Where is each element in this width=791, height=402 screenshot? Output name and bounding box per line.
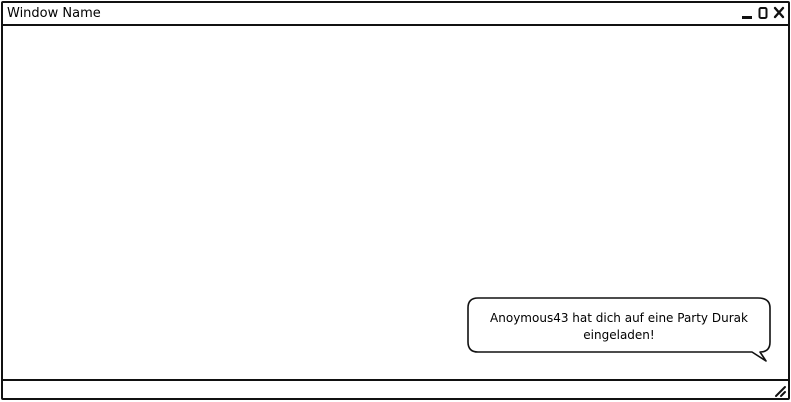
resize-grip[interactable] [773,383,787,397]
notification-message: Anoymous43 hat dich auf eine Party Durak… [490,311,748,342]
close-button[interactable] [772,5,786,21]
title-bar[interactable]: Window Name [3,3,788,26]
notification-bubble[interactable]: Anoymous43 hat dich auf eine Party Durak… [466,296,772,362]
minimize-icon [742,16,752,19]
window-title: Window Name [7,6,101,21]
resize-grip-icon [775,386,786,397]
maximize-icon [758,7,768,19]
window-controls [740,5,786,21]
minimize-button[interactable] [740,5,754,21]
status-bar [3,379,788,398]
close-icon [773,6,785,19]
maximize-button[interactable] [756,5,770,21]
